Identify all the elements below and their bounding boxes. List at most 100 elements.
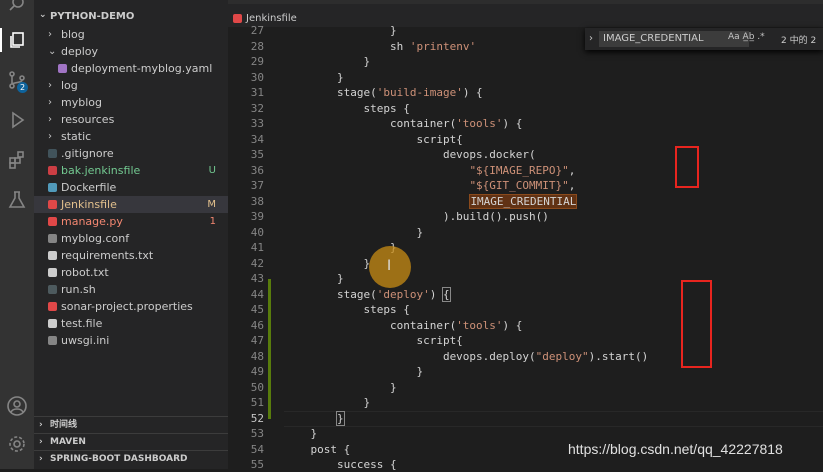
chevron-right-icon: ›: [39, 437, 43, 447]
search-icon[interactable]: [5, 0, 29, 16]
explorer-project-header[interactable]: ⌄ PYTHON-DEMO: [34, 9, 228, 25]
explorer-item-label: static: [61, 130, 92, 143]
timeline-panel[interactable]: › 时间线: [34, 416, 228, 434]
explorer-item-label: manage.py: [61, 215, 123, 228]
find-input[interactable]: IMAGE_CREDENTIAL: [599, 31, 749, 47]
code-line: script{: [284, 334, 463, 347]
annotation-red-box-upper: [675, 146, 699, 188]
line-number: 36: [250, 163, 264, 177]
line-number: 33: [250, 117, 264, 130]
code-line: }: [284, 70, 344, 84]
line-number: 51: [250, 396, 264, 409]
explorer-item[interactable]: .gitignore: [34, 145, 228, 162]
watermark: https://blog.csdn.net/qq_42227818: [568, 441, 783, 457]
activity-bar: 2: [0, 0, 34, 469]
explorer-item-label: bak.jenkinsfile: [61, 164, 141, 177]
spring-boot-dashboard-label: SPRING-BOOT DASHBOARD: [50, 454, 188, 464]
sonar-file-icon: [48, 302, 57, 311]
chevron-right-icon: ›: [48, 80, 52, 91]
code-line: steps {: [284, 303, 410, 316]
code-line: }: [284, 256, 371, 270]
spring-boot-dashboard-panel[interactable]: › SPRING-BOOT DASHBOARD: [34, 450, 228, 468]
shell-file-icon: [48, 285, 57, 294]
maven-panel[interactable]: › MAVEN: [34, 433, 228, 451]
explorer-item[interactable]: manage.py 1: [34, 213, 228, 230]
line-number: 49: [250, 365, 264, 378]
line-number: 41: [250, 241, 264, 254]
explorer-item[interactable]: › resources: [34, 111, 228, 128]
line-number: 45: [250, 303, 264, 316]
line-number: 55: [250, 458, 264, 471]
explorer-item[interactable]: run.sh: [34, 281, 228, 298]
chevron-right-icon: ›: [48, 114, 52, 125]
explorer-item[interactable]: bak.jenkinsfile U: [34, 162, 228, 179]
line-number: 40: [250, 225, 264, 239]
explorer-item-label: test.file: [61, 317, 103, 330]
testing-icon[interactable]: [5, 188, 29, 212]
code-line: IMAGE_CREDENTIAL: [469, 193, 578, 209]
code-line: }: [284, 272, 344, 285]
explorer-item[interactable]: test.file: [34, 315, 228, 332]
line-number: 28: [250, 39, 264, 53]
source-control-badge: 2: [17, 82, 28, 93]
extensions-icon[interactable]: [5, 148, 29, 172]
explorer-item[interactable]: deployment-myblog.yaml: [34, 60, 228, 77]
code-line: steps {: [284, 101, 410, 115]
settings-gear-icon[interactable]: [5, 432, 29, 456]
project-title: PYTHON-DEMO: [50, 11, 135, 22]
explorer-item[interactable]: Dockerfile: [34, 179, 228, 196]
line-number: 46: [250, 318, 264, 332]
chevron-right-icon: ›: [48, 29, 52, 40]
gear-file-icon: [48, 336, 57, 345]
chevron-right-icon: ›: [48, 131, 52, 142]
find-options[interactable]: Aa A̲b̲ .*: [728, 32, 765, 42]
explorer-item[interactable]: myblog.conf: [34, 230, 228, 247]
git-status-badge: U: [208, 165, 216, 176]
code-line: success {: [284, 458, 397, 471]
yaml-file-icon: [58, 64, 67, 73]
text-file-icon: [48, 319, 57, 328]
run-debug-icon[interactable]: [5, 108, 29, 132]
annotation-red-box-lower: [681, 280, 712, 368]
explorer-item-label: .gitignore: [61, 147, 114, 160]
explorer-item[interactable]: ⌄ deploy: [34, 43, 228, 60]
code-line: container('tools') {: [284, 318, 523, 332]
code-line: }: [284, 396, 371, 409]
code-line: script{: [284, 132, 463, 146]
modified-lines-gutter: [268, 279, 271, 419]
code-editor[interactable]: 27 } 28 sh 'printenv' 29 } 30 } 31 stage('bu…: [228, 24, 823, 471]
code-line: "${IMAGE_REPO}",: [469, 163, 576, 177]
explorer-item-label: blog: [61, 28, 85, 41]
explorer-item[interactable]: › myblog: [34, 94, 228, 111]
code-line: }: [284, 55, 371, 68]
line-number: 47: [250, 334, 264, 347]
explorer-item[interactable]: sonar-project.properties: [34, 298, 228, 315]
explorer-item[interactable]: › blog: [34, 26, 228, 43]
text-file-icon: [48, 268, 57, 277]
explorer-item[interactable]: › log: [34, 77, 228, 94]
explorer-item-label: uwsgi.ini: [61, 334, 110, 347]
account-icon[interactable]: [5, 394, 29, 418]
toggle-replace-chevron-icon[interactable]: ›: [589, 33, 593, 44]
code-line: }: [284, 225, 424, 239]
code-line: devops.deploy("deploy").start(): [284, 349, 649, 363]
docker-file-icon: [48, 183, 57, 192]
explorer-item[interactable]: robot.txt: [34, 264, 228, 281]
explorer-item[interactable]: uwsgi.ini: [34, 332, 228, 349]
explorer-item[interactable]: requirements.txt: [34, 247, 228, 264]
line-number: 30: [250, 70, 264, 84]
explorer-item[interactable]: Jenkinsfile M: [34, 196, 228, 213]
explorer-item-label: deployment-myblog.yaml: [71, 62, 213, 75]
line-number: 31: [250, 86, 264, 99]
explorer-icon[interactable]: [5, 28, 29, 52]
code-line: }: [284, 365, 424, 378]
file-file-icon: [48, 166, 57, 175]
explorer-item-label: myblog.conf: [61, 232, 130, 245]
explorer-item-label: myblog: [61, 96, 102, 109]
chevron-right-icon: ›: [39, 454, 43, 464]
editor-pane: Jenkinsfile 27 } 28 sh 'printenv' 29 } 30 }…: [228, 0, 823, 471]
timeline-panel-label: 时间线: [50, 420, 78, 430]
explorer-item[interactable]: › static: [34, 128, 228, 145]
code-line: stage('deploy') {: [284, 286, 451, 302]
code-line: }: [284, 24, 397, 37]
